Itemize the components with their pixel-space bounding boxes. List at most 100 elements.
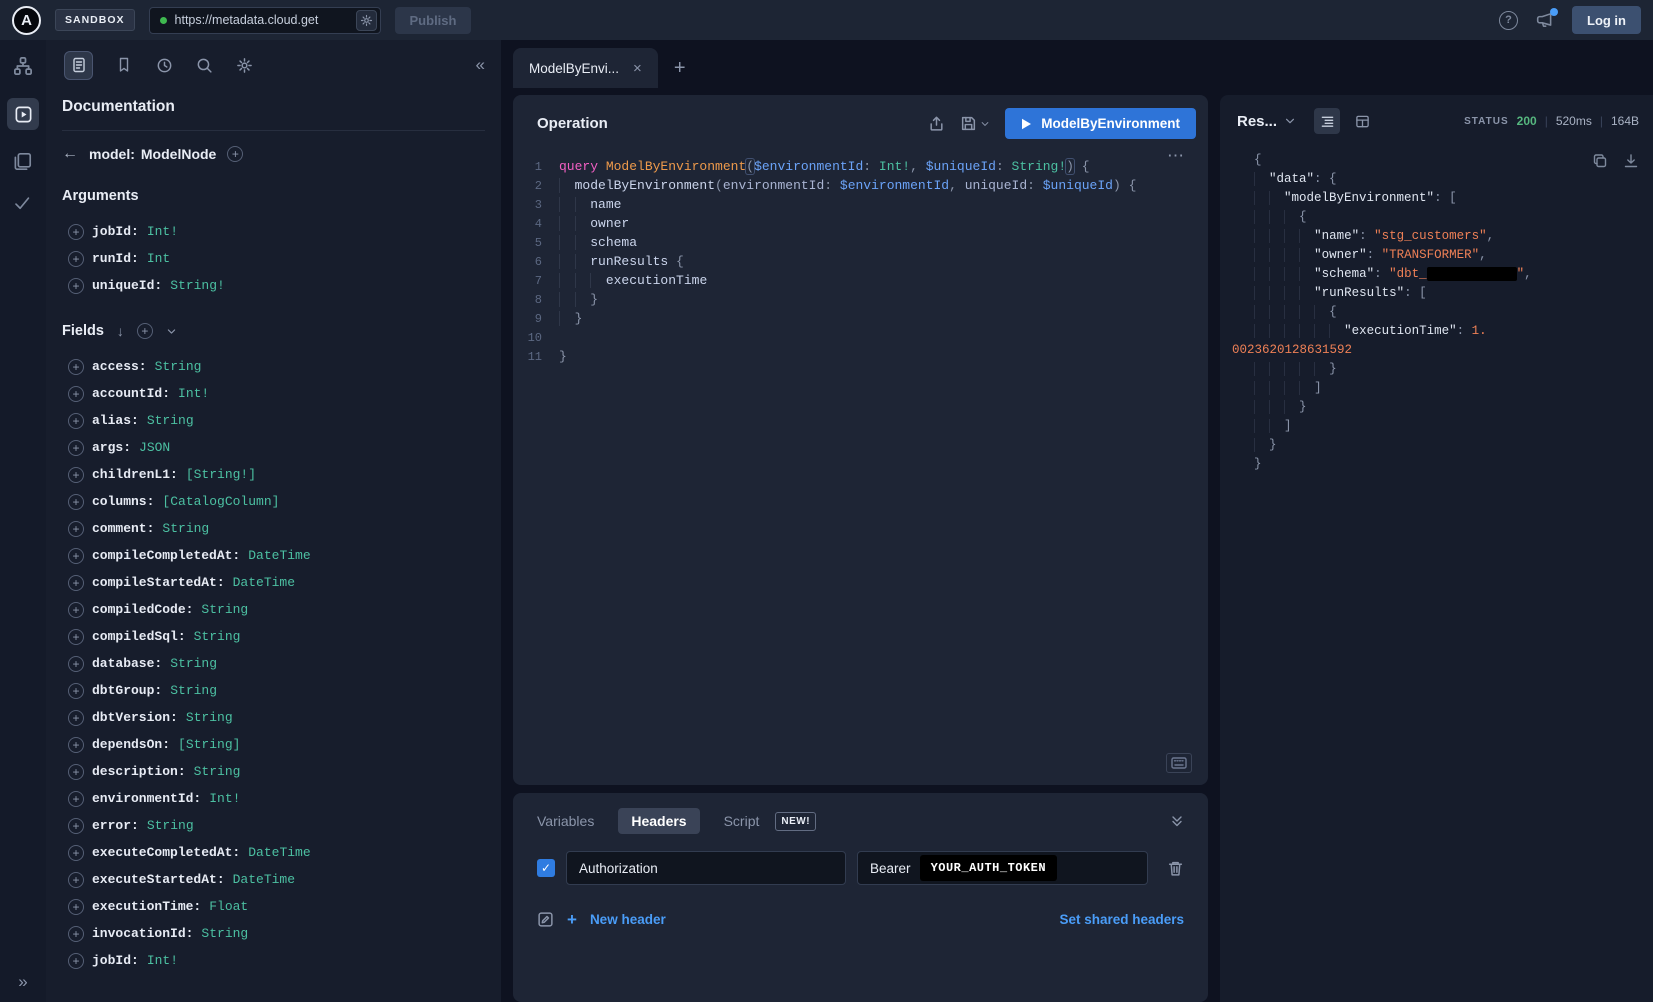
- add-field-to-query-button[interactable]: +: [68, 440, 84, 456]
- doc-field-row[interactable]: +database:String: [62, 650, 485, 677]
- auth-token-chip[interactable]: YOUR_AUTH_TOKEN: [920, 855, 1058, 881]
- doc-field-row[interactable]: + dependsOn: [String]: [62, 731, 485, 758]
- collapse-request-panel-icon[interactable]: [1170, 813, 1184, 829]
- field-name[interactable]: runId:: [92, 251, 139, 266]
- add-field-to-query-button[interactable]: +: [68, 413, 84, 429]
- doc-field-row[interactable]: +accountId:Int!: [62, 380, 485, 407]
- operation-editor[interactable]: 1query ModelByEnvironment($environmentId…: [513, 145, 1208, 366]
- field-type-link[interactable]: String: [162, 521, 209, 536]
- field-type-link[interactable]: String: [201, 926, 248, 941]
- field-name[interactable]: executeStartedAt:: [92, 872, 225, 887]
- field-type-link[interactable]: String: [194, 764, 241, 779]
- doc-field-row[interactable]: +dbtVersion:String: [62, 704, 485, 731]
- field-name[interactable]: access:: [92, 359, 147, 374]
- tab-headers[interactable]: Headers: [618, 808, 699, 834]
- doc-field-row[interactable]: +description:String: [62, 758, 485, 785]
- doc-field-row[interactable]: + executeCompletedAt: DateTime: [62, 839, 485, 866]
- field-type-link[interactable]: Int!: [147, 224, 178, 239]
- add-all-fields-button[interactable]: +: [227, 146, 243, 162]
- field-type-link[interactable]: [String]: [178, 737, 240, 752]
- field-name[interactable]: childrenL1:: [92, 467, 178, 482]
- download-response-icon[interactable]: [1623, 153, 1639, 169]
- field-type-link[interactable]: String: [170, 683, 217, 698]
- new-header-button[interactable]: New header: [590, 912, 666, 927]
- field-name[interactable]: error:: [92, 818, 139, 833]
- add-field-to-query-button[interactable]: +: [68, 710, 84, 726]
- add-field-to-query-button[interactable]: +: [68, 575, 84, 591]
- add-field-to-query-button[interactable]: +: [68, 764, 84, 780]
- field-type-link[interactable]: String: [155, 359, 202, 374]
- add-field-to-query-button[interactable]: +: [68, 494, 84, 510]
- doc-field-row[interactable]: +environmentId:Int!: [62, 785, 485, 812]
- field-name[interactable]: compiledCode:: [92, 602, 193, 617]
- add-field-to-query-button[interactable]: +: [68, 683, 84, 699]
- field-name[interactable]: args:: [92, 440, 131, 455]
- operation-tab[interactable]: ModelByEnvi... ×: [513, 48, 658, 88]
- field-type-link[interactable]: JSON: [139, 440, 170, 455]
- new-header-plus-icon[interactable]: +: [567, 911, 577, 928]
- share-operation-icon[interactable]: [928, 115, 945, 132]
- field-type-link[interactable]: Float: [209, 899, 248, 914]
- add-fields-button[interactable]: +: [137, 323, 153, 339]
- field-type-link[interactable]: DateTime: [248, 845, 310, 860]
- doc-field-row[interactable]: +comment:String: [62, 515, 485, 542]
- doc-field-row[interactable]: +jobId:Int!: [62, 947, 485, 974]
- documentation-tab-icon-active[interactable]: [64, 51, 93, 80]
- doc-field-row[interactable]: +childrenL1:[String!]: [62, 461, 485, 488]
- keyboard-shortcuts-icon[interactable]: [1166, 753, 1192, 773]
- field-type-link[interactable]: Int!: [178, 386, 209, 401]
- doc-field-row[interactable]: + args: JSON: [62, 434, 485, 461]
- add-field-to-query-button[interactable]: +: [68, 656, 84, 672]
- doc-field-row[interactable]: + jobId: Int!: [62, 218, 485, 245]
- field-type-link[interactable]: DateTime: [248, 548, 310, 563]
- add-fields-chevron-icon[interactable]: [166, 326, 177, 337]
- doc-field-row[interactable]: +executionTime:Float: [62, 893, 485, 920]
- add-field-to-query-button[interactable]: +: [68, 251, 84, 267]
- field-type-link[interactable]: String: [147, 413, 194, 428]
- breadcrumb-type[interactable]: ModelNode: [141, 146, 216, 162]
- set-shared-headers-link[interactable]: Set shared headers: [1059, 912, 1184, 927]
- doc-field-row[interactable]: +compileStartedAt:DateTime: [62, 569, 485, 596]
- doc-field-row[interactable]: +uniqueId:String!: [62, 272, 485, 299]
- field-type-link[interactable]: [CatalogColumn]: [162, 494, 279, 509]
- help-icon[interactable]: ?: [1499, 11, 1518, 30]
- field-name[interactable]: dbtGroup:: [92, 683, 162, 698]
- field-name[interactable]: compileStartedAt:: [92, 575, 225, 590]
- explorer-icon-active[interactable]: [7, 98, 39, 130]
- add-field-to-query-button[interactable]: +: [68, 224, 84, 240]
- doc-field-row[interactable]: +access:String: [62, 353, 485, 380]
- close-tab-icon[interactable]: ×: [633, 61, 642, 76]
- field-name[interactable]: jobId:: [92, 953, 139, 968]
- add-field-to-query-button[interactable]: +: [68, 953, 84, 969]
- doc-field-row[interactable]: +compiledSql:String: [62, 623, 485, 650]
- add-field-to-query-button[interactable]: +: [68, 737, 84, 753]
- doc-field-row[interactable]: +columns:[CatalogColumn]: [62, 488, 485, 515]
- tab-variables[interactable]: Variables: [537, 813, 594, 829]
- header-enabled-checkbox[interactable]: ✓: [537, 859, 555, 877]
- add-field-to-query-button[interactable]: +: [68, 899, 84, 915]
- tab-script[interactable]: Script: [724, 813, 760, 829]
- field-name[interactable]: executeCompletedAt:: [92, 845, 240, 860]
- field-type-link[interactable]: String!: [170, 278, 225, 293]
- add-field-to-query-button[interactable]: +: [68, 548, 84, 564]
- add-field-to-query-button[interactable]: +: [68, 791, 84, 807]
- delete-header-icon[interactable]: [1167, 860, 1184, 877]
- schema-graph-icon[interactable]: [13, 56, 33, 76]
- table-view-toggle[interactable]: [1349, 108, 1375, 134]
- field-name[interactable]: dbtVersion:: [92, 710, 178, 725]
- field-type-link[interactable]: [String!]: [186, 467, 256, 482]
- announcements-icon[interactable]: [1536, 11, 1554, 29]
- field-type-link[interactable]: Int: [147, 251, 170, 266]
- add-field-to-query-button[interactable]: +: [68, 278, 84, 294]
- field-name[interactable]: jobId:: [92, 224, 139, 239]
- settings-gear-icon[interactable]: [236, 57, 253, 74]
- field-name[interactable]: dependsOn:: [92, 737, 170, 752]
- doc-field-row[interactable]: +executeStartedAt:DateTime: [62, 866, 485, 893]
- header-key-input[interactable]: Authorization: [566, 851, 846, 885]
- add-field-to-query-button[interactable]: +: [68, 872, 84, 888]
- add-field-to-query-button[interactable]: +: [68, 845, 84, 861]
- header-preset-icon[interactable]: [537, 911, 554, 928]
- doc-field-row[interactable]: +invocationId:String: [62, 920, 485, 947]
- sort-fields-icon[interactable]: ↓: [117, 324, 124, 338]
- field-type-link[interactable]: String: [201, 602, 248, 617]
